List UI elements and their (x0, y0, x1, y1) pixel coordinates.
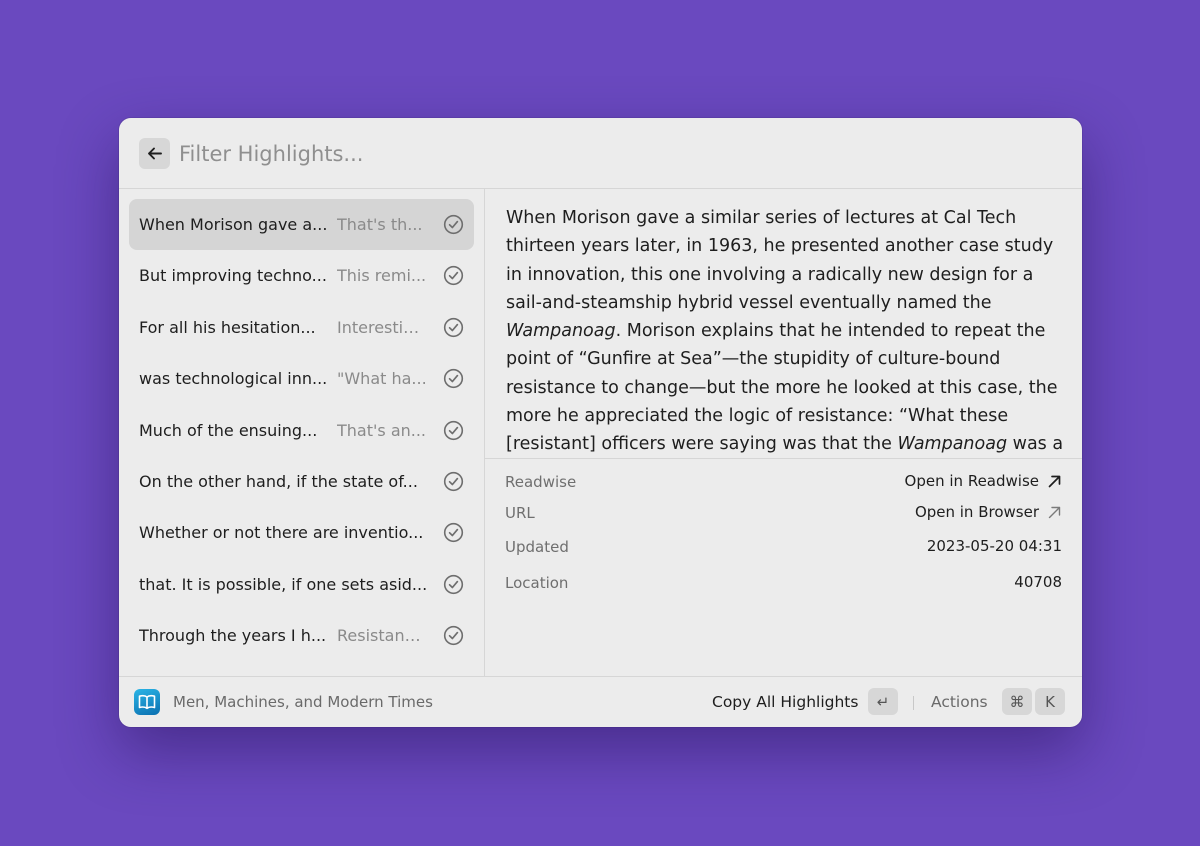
open-in-browser-link[interactable]: Open in Browser (915, 503, 1062, 521)
highlight-text-segment: When Morison gave a similar series of le… (506, 208, 1054, 313)
footer-bar: Men, Machines, and Modern Times Copy All… (119, 676, 1082, 727)
highlight-detail: When Morison gave a similar series of le… (485, 189, 1082, 676)
highlight-row[interactable]: Through the years I h... Resistanc... (129, 610, 474, 661)
highlight-row[interactable]: When Morison gave a... That's th... (129, 199, 474, 250)
highlight-text-italic: Wampanoag (506, 321, 616, 342)
arrow-up-right-icon (1048, 475, 1061, 487)
command-key-badge: ⌘ (1002, 688, 1032, 715)
back-button[interactable] (139, 138, 170, 169)
highlight-row-note: Resistanc... (337, 626, 427, 646)
check-circle-icon (443, 626, 464, 646)
updated-label: Updated (505, 538, 569, 556)
k-key-badge: K (1035, 688, 1065, 715)
check-circle-icon (443, 420, 464, 440)
footer-divider (913, 696, 914, 710)
check-circle-icon (443, 317, 464, 337)
updated-value: 2023-05-20 04:31 (926, 537, 1062, 555)
open-in-browser-label: Open in Browser (914, 503, 1039, 521)
highlight-row-text: Whether or not there are inventio... (139, 523, 424, 543)
location-value: 40708 (1014, 573, 1062, 591)
highlight-row-note: Interestin... (337, 317, 427, 337)
metadata-panel: Readwise Open in Readwise URL Open in Br… (485, 458, 1082, 676)
highlight-row-text: that. It is possible, if one sets asid..… (139, 574, 428, 594)
check-circle-icon (443, 214, 464, 235)
url-label: URL (505, 504, 535, 522)
open-in-readwise-label: Open in Readwise (904, 472, 1039, 490)
search-bar (119, 118, 1082, 189)
book-icon (134, 689, 160, 715)
highlight-row[interactable]: For all his hesitation... Interestin... (129, 302, 474, 353)
copy-all-highlights-button[interactable]: Copy All Highlights (712, 677, 858, 727)
check-circle-icon (443, 574, 464, 594)
highlight-row[interactable]: On the other hand, if the state of... (129, 456, 474, 507)
highlight-row-text: Through the years I h... (139, 626, 327, 646)
highlight-row[interactable]: But improving techno... This remi... (129, 250, 474, 301)
highlight-row-text: Much of the ensuing... (139, 420, 318, 440)
arrow-up-right-icon (1048, 506, 1061, 518)
highlight-text-segment: was a (1007, 434, 1064, 455)
arrow-left-icon (148, 147, 162, 160)
highlight-text: When Morison gave a similar series of le… (506, 204, 1066, 458)
check-circle-icon (443, 471, 464, 492)
location-label: Location (505, 574, 569, 592)
highlight-row-note: "What ha... (337, 369, 427, 389)
return-key-badge: ↵ (868, 688, 898, 715)
highlight-row[interactable]: Whether or not there are inventio... (129, 507, 474, 558)
check-circle-icon (443, 266, 464, 286)
highlight-row-note: This remi... (337, 266, 427, 286)
highlight-row-text: was technological inn... (139, 369, 328, 389)
open-in-readwise-link[interactable]: Open in Readwise (905, 472, 1062, 490)
highlights-window: When Morison gave a... That's th... But im… (119, 118, 1082, 727)
highlight-row[interactable]: was technological inn... "What ha... (129, 353, 474, 404)
highlight-row-text: When Morison gave a... (139, 215, 328, 234)
book-title: Men, Machines, and Modern Times (173, 693, 433, 711)
check-circle-icon (443, 523, 464, 543)
highlight-row-note: That's an... (337, 420, 427, 440)
highlight-list: When Morison gave a... That's th... But im… (119, 189, 485, 676)
highlight-row[interactable]: Much of the ensuing... That's an... (129, 405, 474, 456)
filter-highlights-input[interactable] (179, 136, 1039, 172)
highlight-row-text: For all his hesitation... (139, 317, 316, 337)
readwise-label: Readwise (505, 473, 577, 491)
highlight-row-text: On the other hand, if the state of... (139, 472, 418, 491)
check-circle-icon (443, 369, 464, 389)
highlight-row-text: But improving techno... (139, 266, 327, 286)
highlight-text-italic: Wampanoag (897, 434, 1008, 455)
actions-button[interactable]: Actions (931, 677, 988, 727)
highlight-row-note: That's th... (337, 215, 423, 234)
highlight-row[interactable]: that. It is possible, if one sets asid..… (129, 559, 474, 610)
